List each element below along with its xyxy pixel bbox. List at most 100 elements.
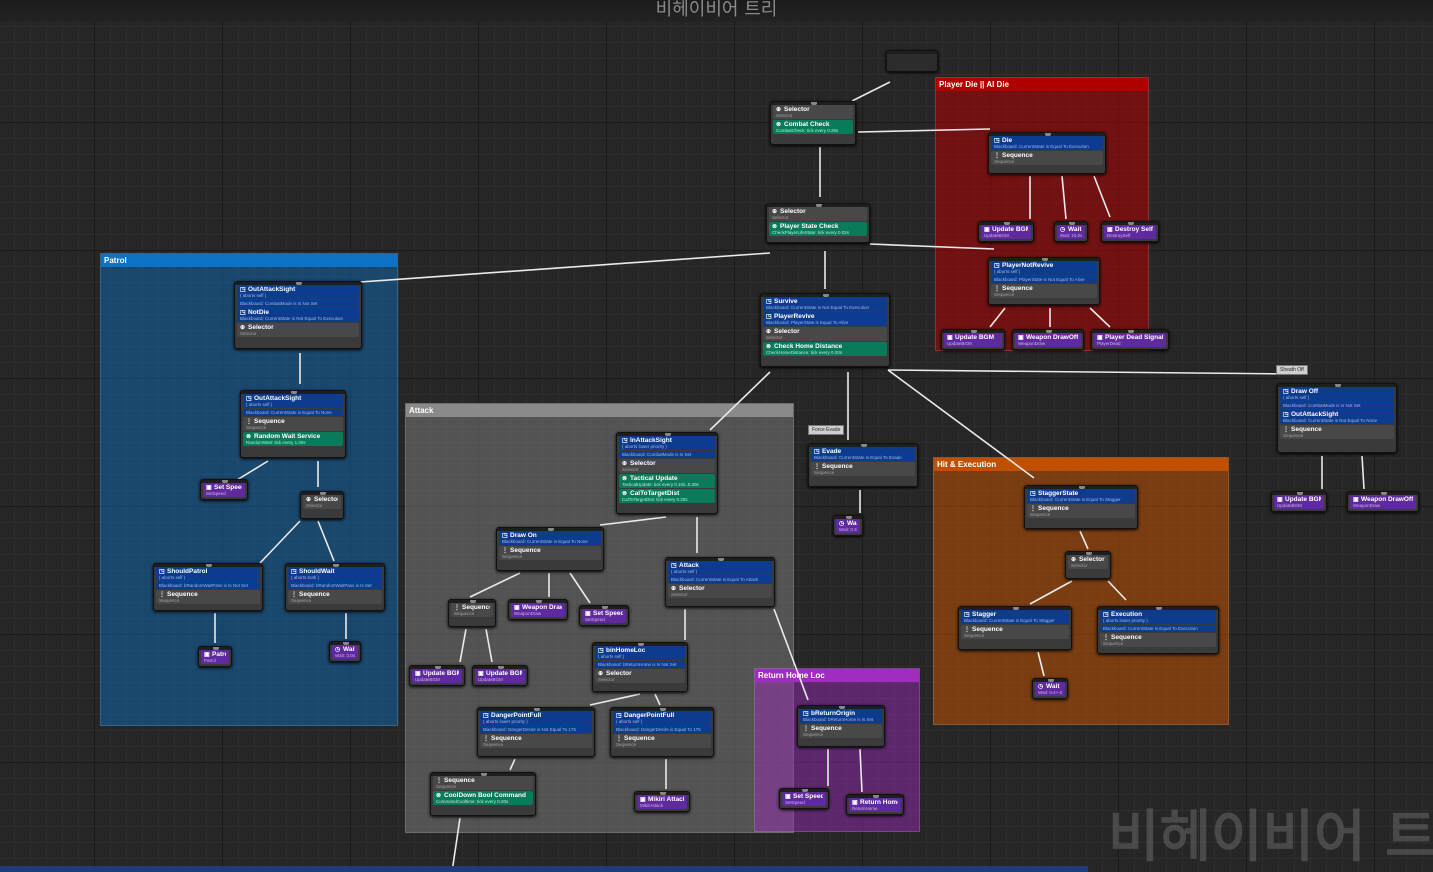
bt-node-root[interactable]	[886, 50, 938, 72]
node-row-svc[interactable]: ⊗ Combat Check CombatCheck: tick every 0.2…	[773, 120, 853, 134]
node-row-dec[interactable]: ◳ OutAttackSight Blackboard: CurrentState …	[1280, 410, 1394, 424]
input-pin[interactable]	[971, 330, 977, 333]
bt-node-hit-selector[interactable]: ⊕ Selector Selector	[1065, 551, 1111, 579]
node-row-task[interactable]: ▣ Update BGM UpdateBGM	[475, 669, 525, 683]
bt-node-die[interactable]: ◳ Die Blackboard: CurrentState is Equal To…	[988, 132, 1106, 174]
input-pin[interactable]	[343, 642, 349, 645]
node-row-task[interactable]: ▣ Update BGM UpdateBGM	[1274, 495, 1324, 509]
input-pin[interactable]	[1042, 258, 1048, 261]
node-row-cmp[interactable]: ⋮ Sequence Sequence	[451, 603, 493, 617]
bottom-scrollbar[interactable]	[0, 866, 1088, 872]
node-row-cmp[interactable]: ⋮ Sequence Sequence	[800, 724, 882, 738]
node-row-cmp[interactable]: ⋮ Sequence Sequence	[1100, 633, 1216, 647]
node-row-cmp[interactable]: ⋮ Sequence Sequence	[1280, 425, 1394, 439]
bt-node-danger-full-2[interactable]: ◳ DangerPointFull( aborts self ) Blackboar…	[610, 707, 714, 757]
bt-node-execution[interactable]: ◳ Execution( aborts lower priority ) Black…	[1097, 606, 1219, 654]
node-row-svc[interactable]: ⊗ Random Wait Service RandomWait: tick eve…	[243, 432, 343, 446]
input-pin[interactable]	[435, 666, 441, 669]
node-row-svc[interactable]: ⊗ Tactical Update TacticalUpdate: tick eve…	[619, 474, 715, 488]
node-row-cmp[interactable]: ⊕ Selector Selector	[1068, 555, 1108, 569]
bt-node-cooldown-seq[interactable]: ⋮ Sequence Sequence ⊗ CoolDown Bool Command C…	[430, 772, 536, 816]
node-row-dec[interactable]: ◳ Draw Off( aborts self )	[1280, 387, 1394, 401]
input-pin[interactable]	[802, 789, 808, 792]
node-row-task[interactable]: ▣PatrolPatrol	[201, 650, 229, 664]
input-pin[interactable]	[1079, 486, 1085, 489]
input-pin[interactable]	[291, 391, 297, 394]
input-pin[interactable]	[823, 294, 829, 297]
node-row-cmp[interactable]: ⋮ Sequence Sequence	[480, 734, 592, 748]
input-pin[interactable]	[1335, 384, 1341, 387]
input-pin[interactable]	[1156, 607, 1162, 610]
node-row-dec[interactable]: ◳ InAttackSight( aborts lower priority )	[619, 436, 715, 450]
node-row-dec[interactable]: ◳ Stagger Blackboard: CurrentState is Equa…	[961, 610, 1069, 624]
node-row-cmp[interactable]: ⋮ Sequence Sequence	[288, 590, 382, 604]
bt-node-pd-bgm[interactable]: ▣ Update BGM UpdateBGM	[941, 329, 1005, 350]
node-row-task[interactable]: ◷WaitWait: 0.4+-0.1s	[1035, 682, 1065, 696]
node-row-cmp[interactable]: ⋮ Sequence Sequence	[961, 625, 1069, 639]
node-row-dec[interactable]: ◳ OutAttackSight( aborts self )	[237, 285, 359, 299]
bt-node-pd-weapon[interactable]: ▣ Weapon DrawOff WeaponDraw	[1012, 329, 1084, 350]
node-row-cmp[interactable]: ⋮ Sequence Sequence	[499, 546, 601, 560]
bt-node-attack-bgm1[interactable]: ▣ Update BGM UpdateBGM	[409, 665, 465, 686]
node-row-dec[interactable]: Blackboard: bReturnHome is Is Not Set	[595, 661, 685, 668]
node-row-cmp[interactable]: ⋮ Sequence Sequence	[991, 151, 1103, 165]
node-row-task[interactable]: ▣Set SpeedSetSpeed	[782, 792, 826, 806]
bt-node-mikiri[interactable]: ▣ Mikiri Attack MikiriAttack	[634, 791, 690, 812]
node-row-cmp[interactable]: ⊕ Selector Selector	[668, 584, 772, 598]
input-pin[interactable]	[1128, 330, 1134, 333]
input-pin[interactable]	[811, 102, 817, 105]
node-row-cmp[interactable]: ⋮ Sequence Sequence	[243, 417, 343, 431]
node-row-task[interactable]: ▣ Weapon DrawOff WeaponDraw	[1350, 495, 1416, 509]
input-pin[interactable]	[846, 516, 852, 519]
bt-node-die-bgm[interactable]: ▣ Update BGM UpdateBGM	[978, 221, 1034, 242]
bt-node-patrol-wait[interactable]: ◷WaitWait: 3.0s	[329, 641, 361, 662]
node-row-task[interactable]: ◷WaitWait: 3.0s	[332, 645, 358, 659]
node-row-dec[interactable]: ◳ binHomeLoc( aborts self )	[595, 646, 685, 660]
input-pin[interactable]	[470, 600, 476, 603]
input-pin[interactable]	[816, 204, 822, 207]
node-row-dec[interactable]: Blackboard: PlayerState is Not Equal To …	[991, 276, 1097, 283]
node-row-cmp[interactable]: ⊕ Selector Selector	[763, 327, 887, 341]
node-row-cmp[interactable]: ⊕ Selector Selector	[595, 669, 685, 683]
bt-node-stagger[interactable]: ◳ Stagger Blackboard: CurrentState is Equa…	[958, 606, 1072, 650]
bt-node-evade-wait[interactable]: ◷WaitWait: 0.3s	[833, 515, 863, 536]
bt-node-draw-on[interactable]: ◳ Draw On Blackboard: CurrentState is Equa…	[496, 527, 604, 571]
node-row-dec[interactable]: Blackboard: CurrentState is Equal To Non…	[243, 409, 343, 416]
node-row-svc[interactable]: ⊗ CoolDown Bool Command CommandCooltime: t…	[433, 791, 533, 805]
node-row-task[interactable]: ◷WaitWait: 0.3s	[836, 519, 860, 533]
node-row-cmp[interactable]: ⋮ Sequence Sequence	[1027, 504, 1135, 518]
input-pin[interactable]	[861, 444, 867, 447]
node-row-dec[interactable]: ◳ PlayerNotRevive( aborts self )	[991, 261, 1097, 275]
bt-node-survive[interactable]: ◳ Survive Blackboard: CurrentState is Not …	[760, 293, 890, 367]
input-pin[interactable]	[320, 492, 326, 495]
node-row-dec[interactable]: ◳ Draw On Blackboard: CurrentState is Equa…	[499, 531, 601, 545]
bt-node-patrol-task[interactable]: ▣PatrolPatrol	[198, 646, 232, 667]
bt-node-destroy-self[interactable]: ▣ Destroy Self DestroySelf	[1101, 221, 1159, 242]
bt-node-patrol-seq[interactable]: ◳ OutAttackSight( aborts self ) Blackboard…	[240, 390, 346, 458]
input-pin[interactable]	[534, 708, 540, 711]
node-row-cmp[interactable]: ⊕ Selector Selector	[773, 105, 853, 119]
input-pin[interactable]	[839, 706, 845, 709]
node-row-cmp[interactable]: ⋮ Sequence Sequence	[811, 462, 915, 476]
bt-node-return-origin[interactable]: ◳ bReturnOrigin Blackboard: bReturnHome is…	[797, 705, 885, 747]
node-row-task[interactable]: ▣ Player Dead Signal PlayerDead	[1094, 333, 1166, 347]
node-row-cmp[interactable]: ⋮ Sequence Sequence	[613, 734, 711, 748]
bt-node-selector-top[interactable]: ⊕ Selector Selector ⊗ Combat Check CombatChec…	[770, 101, 856, 145]
input-pin[interactable]	[548, 528, 554, 531]
input-pin[interactable]	[222, 480, 228, 483]
input-pin[interactable]	[718, 558, 724, 561]
node-row-task[interactable]: ▣ Update BGM UpdateBGM	[944, 333, 1002, 347]
bt-node-attack[interactable]: ◳ Attack( aborts self ) Blackboard: Curren…	[665, 557, 775, 607]
node-row-cmp[interactable]: ⋮ Sequence Sequence	[433, 776, 533, 790]
bt-node-evade[interactable]: ◳ Evade Blackboard: CurrentState is Equal …	[808, 443, 918, 487]
input-pin[interactable]	[1004, 222, 1010, 225]
node-row-dec[interactable]: ◳ Die Blackboard: CurrentState is Equal To…	[991, 136, 1103, 150]
input-pin[interactable]	[1381, 492, 1387, 495]
node-row-dec[interactable]: Blackboard: CurrentState is Equal To Att…	[668, 576, 772, 583]
bt-node-weapon-draw[interactable]: ▣ Weapon Draw WeaponDraw	[508, 599, 568, 620]
node-row-dec[interactable]: ◳ bReturnOrigin Blackboard: bReturnHome is…	[800, 709, 882, 723]
node-row-task[interactable]: ◷ Wait Wait: 10.0s	[1057, 225, 1085, 239]
input-pin[interactable]	[498, 666, 504, 669]
input-pin[interactable]	[660, 708, 666, 711]
node-row-dec[interactable]: ◳ ShouldPatrol( aborts self )	[156, 567, 260, 581]
